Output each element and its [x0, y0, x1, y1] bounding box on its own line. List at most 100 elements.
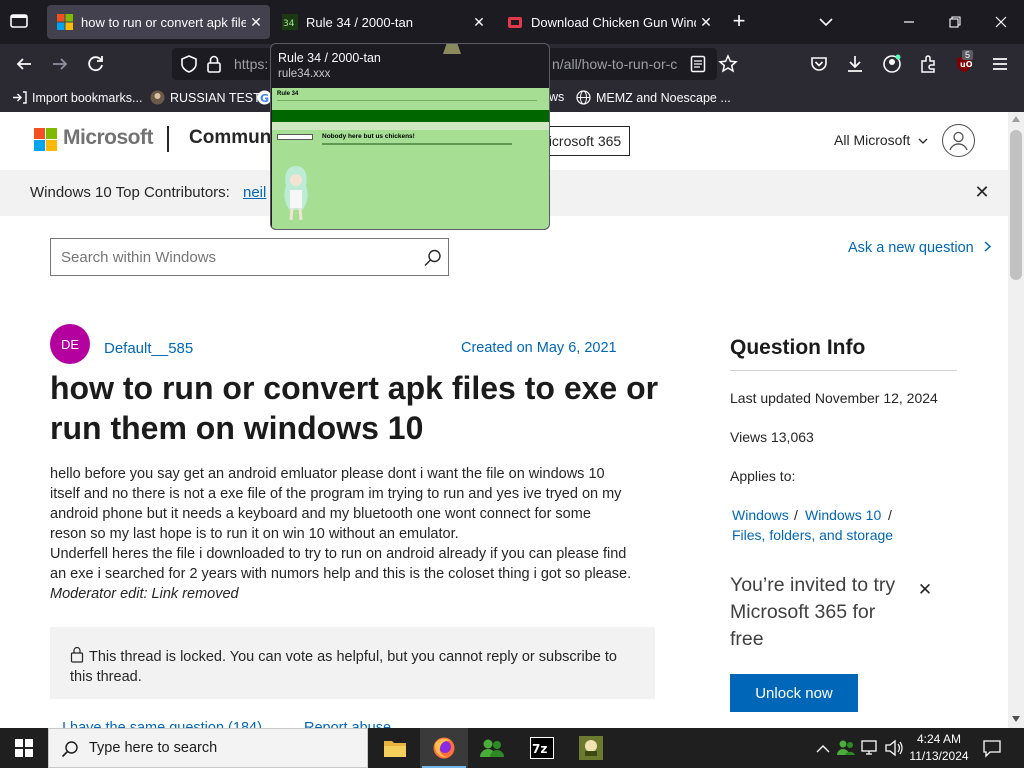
file-explorer-icon[interactable]: [371, 728, 419, 768]
bookmark-memz[interactable]: MEMZ and Noescape ...: [576, 90, 731, 105]
body-line: itself and no there is not a exe file of…: [50, 486, 622, 502]
pocket-icon[interactable]: [803, 48, 835, 80]
start-button[interactable]: [0, 728, 48, 768]
reader-view-icon[interactable]: [690, 55, 706, 76]
back-icon[interactable]: [8, 48, 40, 80]
extensions-icon[interactable]: [912, 48, 944, 80]
import-icon: [12, 90, 27, 105]
applies-to-files[interactable]: Files, folders, and storage: [732, 527, 893, 543]
tab-overflow-chevron-icon[interactable]: [816, 12, 836, 32]
tab-rule34[interactable]: 34 Rule 34 / 2000-tan ✕: [272, 5, 493, 39]
bookmark-label: MEMZ and Noescape ...: [596, 90, 731, 105]
author-link[interactable]: Default__585: [104, 340, 193, 357]
author-avatar[interactable]: DE: [50, 324, 90, 364]
notifications-icon[interactable]: [982, 738, 1002, 763]
question-title: how to run or convert apk files to exe o…: [50, 370, 659, 446]
preview-title: Rule 34 / 2000-tan: [278, 51, 381, 65]
mascot-icon: [439, 44, 465, 63]
search-input[interactable]: [51, 239, 411, 275]
bookmark-star-icon[interactable]: [712, 48, 744, 80]
all-microsoft-menu[interactable]: All Microsoft: [834, 132, 928, 148]
applies-to-label: Applies to:: [730, 468, 796, 484]
people-app-icon[interactable]: [468, 728, 516, 768]
tab-list-icon[interactable]: [8, 11, 32, 33]
bookmark-russian-test[interactable]: RUSSIAN TEST: [150, 90, 261, 105]
same-question-link[interactable]: I have the same question (184): [62, 720, 262, 728]
thumb-header: Rule 34: [272, 88, 549, 110]
forward-icon[interactable]: [44, 48, 76, 80]
tab-label: Download Chicken Gun Windo: [531, 14, 696, 30]
unlock-now-button[interactable]: Unlock now: [730, 674, 858, 712]
microsoft-favicon-icon: [57, 14, 73, 30]
tab-hover-preview: Rule 34 / 2000-tan rule34.xxx Rule 34 No…: [270, 43, 550, 230]
tab-close-icon[interactable]: ✕: [469, 12, 489, 32]
separator-slash: /: [888, 507, 892, 523]
tray-people-icon[interactable]: [836, 738, 856, 763]
7zip-icon[interactable]: 7z: [518, 728, 566, 768]
new-tab-icon[interactable]: +: [728, 10, 750, 33]
shield-icon[interactable]: [180, 55, 198, 76]
sign-in-avatar-icon[interactable]: [942, 124, 975, 157]
reload-icon[interactable]: [80, 48, 112, 80]
all-microsoft-label: All Microsoft: [834, 132, 911, 148]
search-box: [50, 238, 449, 276]
hamburger-menu-icon[interactable]: [984, 48, 1016, 80]
svg-text:G: G: [260, 92, 269, 105]
system-clock[interactable]: 4:24 AM 11/13/2024: [905, 731, 973, 765]
windows-taskbar: Type here to search 7z 4:24 AM 11/13/202…: [0, 728, 1024, 768]
locked-text-content: This thread is locked. You can vote as h…: [70, 649, 617, 685]
locked-notice: This thread is locked. You can vote as h…: [50, 627, 655, 699]
extension-badge: 5: [962, 50, 974, 60]
restore-icon[interactable]: [932, 0, 978, 44]
firefox-icon[interactable]: [420, 728, 468, 768]
moderator-note: Moderator edit: Link removed: [50, 586, 239, 602]
close-icon[interactable]: ✕: [916, 580, 934, 599]
tab-close-icon[interactable]: ✕: [246, 12, 266, 32]
svg-text:uO: uO: [960, 60, 973, 69]
microsoft-logo-icon[interactable]: [34, 128, 57, 151]
thumb-heading: Nobody here but us chickens!: [322, 133, 415, 140]
close-icon[interactable]: ✕: [972, 182, 992, 202]
chicken-gun-icon[interactable]: [567, 728, 615, 768]
minimize-icon[interactable]: [886, 0, 932, 44]
url-prefix: https:: [234, 56, 269, 72]
downloads-icon[interactable]: [839, 48, 871, 80]
microsoft-wordmark[interactable]: Microsoft: [63, 126, 154, 150]
lock-icon[interactable]: [206, 55, 222, 76]
bookmark-import[interactable]: Import bookmarks...: [12, 90, 142, 105]
ublock-icon[interactable]: uO 5: [948, 48, 980, 80]
bookmark-ws[interactable]: ws: [549, 90, 564, 104]
url-suffix: n/all/how-to-run-or-c: [552, 56, 678, 72]
applies-to-windows[interactable]: Windows: [732, 507, 789, 523]
thumb-text-line: [322, 143, 512, 145]
tab-close-icon[interactable]: ✕: [696, 12, 716, 32]
report-abuse-link[interactable]: Report abuse: [304, 720, 391, 728]
search-icon: [61, 740, 79, 763]
close-window-icon[interactable]: [978, 0, 1024, 44]
account-icon[interactable]: [876, 48, 908, 80]
clock-date: 11/13/2024: [909, 749, 969, 763]
show-hidden-icons-chevron-icon[interactable]: [816, 741, 830, 759]
body-line: Underfell heres the file i downloaded to…: [50, 546, 627, 562]
chevron-right-icon: [984, 240, 991, 256]
search-icon[interactable]: [423, 248, 443, 268]
question-body: hello before you say get an android emlu…: [50, 464, 660, 604]
taskbar-search-box[interactable]: Type here to search: [48, 728, 368, 768]
tab-label: how to run or convert apk files t: [81, 14, 246, 30]
divider: [730, 370, 957, 371]
scrollbar-thumb[interactable]: [1010, 130, 1022, 280]
body-line: reson so my last hope is to run it on wi…: [50, 526, 459, 542]
tab-ms-community[interactable]: how to run or convert apk files t ✕: [47, 5, 270, 39]
last-updated: Last updated November 12, 2024: [730, 390, 938, 406]
ask-question-link[interactable]: Ask a new question: [848, 240, 991, 256]
applies-to-windows-10[interactable]: Windows 10: [805, 507, 881, 523]
clock-time: 4:24 AM: [916, 732, 962, 746]
tab-label: Rule 34 / 2000-tan: [306, 14, 413, 30]
community-title[interactable]: Communi: [189, 127, 277, 149]
tab-chicken-gun[interactable]: Download Chicken Gun Windo ✕: [497, 5, 720, 39]
network-icon[interactable]: [860, 739, 880, 762]
m365-button[interactable]: icrosoft 365: [540, 126, 630, 156]
volume-icon[interactable]: [884, 739, 904, 762]
locked-text: This thread is locked. You can vote as h…: [70, 647, 630, 687]
banner-contributor-link[interactable]: neil: [243, 184, 266, 201]
